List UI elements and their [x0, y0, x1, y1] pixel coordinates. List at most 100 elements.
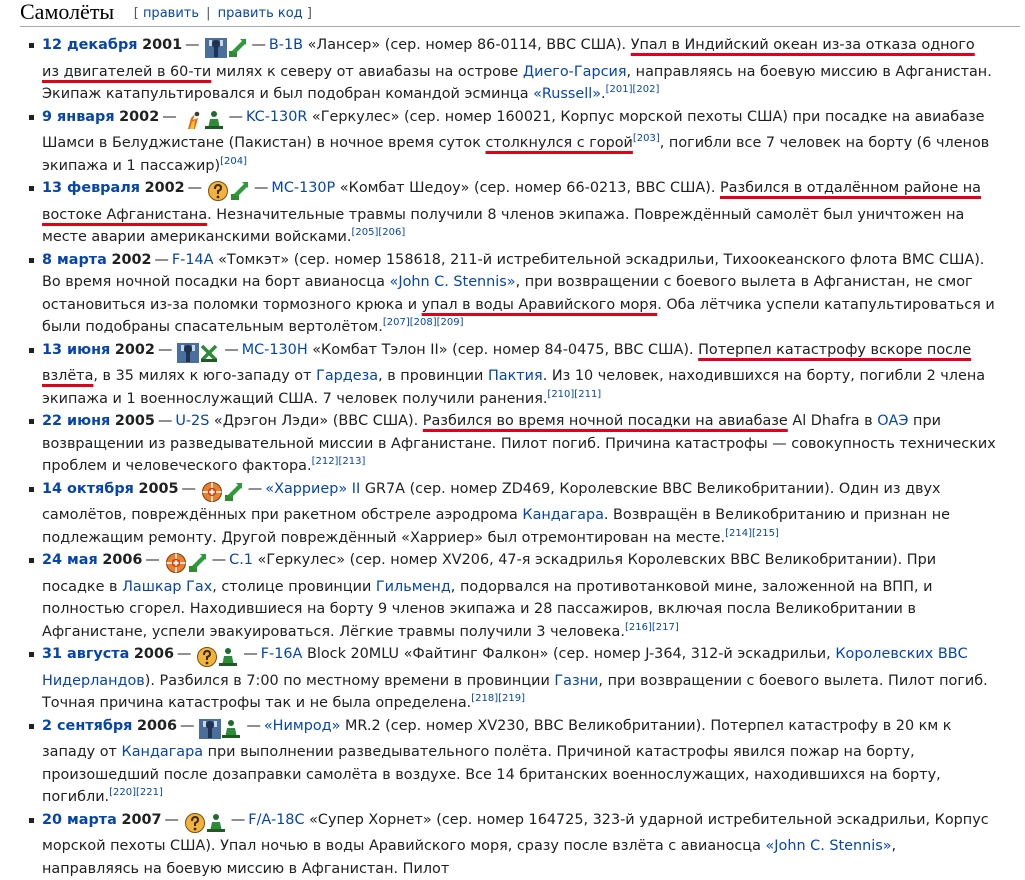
- reference-link[interactable]: [212][213]: [312, 456, 366, 467]
- year-text: 2002: [111, 252, 151, 268]
- aircraft-link[interactable]: C.1: [229, 552, 253, 568]
- inline-link[interactable]: Кандагара: [522, 507, 604, 523]
- aircraft-link[interactable]: F/A-18C: [248, 812, 304, 828]
- separator: —: [158, 413, 172, 429]
- icon-group: [182, 110, 224, 133]
- icon-group: [184, 813, 226, 836]
- edit-code-link[interactable]: править код: [218, 6, 303, 21]
- inline-link[interactable]: «John C. Stennis»: [765, 838, 891, 854]
- separator: —: [248, 481, 262, 497]
- date-link[interactable]: 24 мая: [42, 552, 98, 568]
- date-link[interactable]: 14 октября: [42, 481, 134, 497]
- separator: —: [231, 812, 245, 828]
- reference-link[interactable]: [216][217]: [625, 622, 679, 633]
- text-segment: Block 20MLU «Файтинг Фалкон» (сер. номер…: [302, 646, 835, 662]
- aircraft-link[interactable]: F-16A: [261, 646, 303, 662]
- list-item: 8 марта 2002—F-14A «Томкэт» (сер. номер …: [26, 249, 996, 339]
- inline-link[interactable]: «Russell»: [533, 86, 601, 102]
- separator: —: [155, 252, 169, 268]
- inline-link[interactable]: Гильменд: [376, 579, 451, 595]
- date-link[interactable]: 12 декабря: [42, 37, 138, 53]
- date-link[interactable]: 8 марта: [42, 252, 107, 268]
- list-item: 13 февраля 2002——MC-130P «Комбат Шедоу» …: [26, 177, 996, 249]
- highlighted-text: Разбился во время ночной посадки на авиа…: [423, 413, 788, 429]
- list-item: 31 августа 2006——F-16A Block 20MLU «Файт…: [26, 643, 996, 715]
- date-link[interactable]: 22 июня: [42, 413, 110, 429]
- green-person-icon: [204, 113, 224, 129]
- aircraft-link[interactable]: MC-130P: [271, 180, 335, 196]
- edit-link[interactable]: править: [143, 6, 199, 21]
- separator: —: [224, 342, 238, 358]
- list-item: 22 июня 2005—U-2S «Дрэгон Лэди» (ВВС США…: [26, 410, 996, 478]
- separator: —: [162, 109, 176, 125]
- inline-link[interactable]: Пактия: [488, 368, 543, 384]
- year-text: 2001: [142, 37, 182, 53]
- inline-link[interactable]: «John C. Stennis»: [390, 274, 516, 290]
- aircraft-link[interactable]: MC-130H: [242, 342, 308, 358]
- list-item: 13 июня 2002——MC-130H «Комбат Тэлон II» …: [26, 339, 996, 411]
- reference-link[interactable]: [210][211]: [547, 389, 601, 400]
- reference-link[interactable]: [214][215]: [725, 528, 779, 539]
- aircraft-link[interactable]: «Нимрод»: [264, 718, 341, 734]
- reference-link[interactable]: [203]: [633, 133, 660, 144]
- separator: —: [158, 342, 172, 358]
- target-icon: [201, 485, 223, 501]
- separator: —: [165, 812, 179, 828]
- inline-link[interactable]: ОАЭ: [877, 413, 908, 429]
- year-text: 2002: [119, 109, 159, 125]
- icon-group: [207, 181, 249, 204]
- inline-link[interactable]: Лашкар Гах: [122, 579, 212, 595]
- date-link[interactable]: 9 января: [42, 109, 115, 125]
- section-heading: Самолёты [ править | править код ]: [20, 0, 1020, 27]
- question-face-icon: [196, 650, 218, 666]
- date-link[interactable]: 20 марта: [42, 812, 117, 828]
- green-person-icon: [218, 650, 238, 666]
- question-face-icon: [207, 184, 229, 200]
- text-segment: , столице провинции: [212, 579, 376, 595]
- aircraft-link[interactable]: F-14A: [172, 252, 214, 268]
- text-segment: Al Dhafra в: [788, 413, 877, 429]
- separator: —: [182, 481, 196, 497]
- year-text: 2002: [145, 180, 185, 196]
- green-arrow-icon: [223, 485, 243, 501]
- separator: —: [246, 718, 260, 734]
- mechanic-wrench-icon: [199, 722, 221, 738]
- icon-group: [201, 482, 243, 505]
- inline-link[interactable]: Кандагара: [122, 744, 204, 760]
- list-item: 20 марта 2007——F/A-18C «Супер Хорнет» (с…: [26, 809, 996, 880]
- inline-link[interactable]: Диего-Гарсия: [523, 64, 627, 80]
- reference-link[interactable]: [204]: [220, 156, 247, 167]
- green-arrow-icon: [227, 41, 247, 57]
- inline-link[interactable]: Гардеза: [316, 368, 378, 384]
- year-text: 2006: [137, 718, 177, 734]
- year-text: 2006: [134, 646, 174, 662]
- text-segment: «Комбат Тэлон II» (сер. номер 84-0475, В…: [308, 342, 698, 358]
- date-link[interactable]: 13 июня: [42, 342, 110, 358]
- aircraft-link[interactable]: U-2S: [175, 413, 209, 429]
- year-text: 2005: [138, 481, 178, 497]
- date-link[interactable]: 13 февраля: [42, 180, 140, 196]
- icon-group: [165, 553, 207, 576]
- reference-link[interactable]: [201][202]: [606, 84, 660, 95]
- question-face-icon: [184, 816, 206, 832]
- reference-link[interactable]: [207][208][209]: [383, 317, 464, 328]
- green-arrow-icon: [229, 184, 249, 200]
- edit-links: [ править | править код ]: [134, 6, 312, 21]
- reference-link[interactable]: [205][206]: [351, 227, 405, 238]
- date-link[interactable]: 31 августа: [42, 646, 129, 662]
- fire-figure-icon: [182, 113, 204, 129]
- mechanic-wrench-icon: [205, 41, 227, 57]
- date-link[interactable]: 2 сентября: [42, 718, 132, 734]
- text-segment: «Комбат Шедоу» (сер. номер 66-0213, ВВС …: [335, 180, 720, 196]
- text-segment: , в 35 милях к юго-западу от: [93, 368, 316, 384]
- text-segment: , в провинции: [378, 368, 488, 384]
- reference-link[interactable]: [218][219]: [471, 693, 525, 704]
- aircraft-link[interactable]: KC-130R: [246, 109, 307, 125]
- text-segment: «Лансер» (сер. номер 86-0114, ВВС США).: [303, 37, 631, 53]
- inline-link[interactable]: Газни: [554, 673, 598, 689]
- aircraft-link[interactable]: «Харриер» II: [265, 481, 360, 497]
- mechanic-wrench-icon: [177, 346, 199, 362]
- separator: —: [145, 552, 159, 568]
- aircraft-link[interactable]: B-1B: [269, 37, 303, 53]
- reference-link[interactable]: [220][221]: [109, 787, 163, 798]
